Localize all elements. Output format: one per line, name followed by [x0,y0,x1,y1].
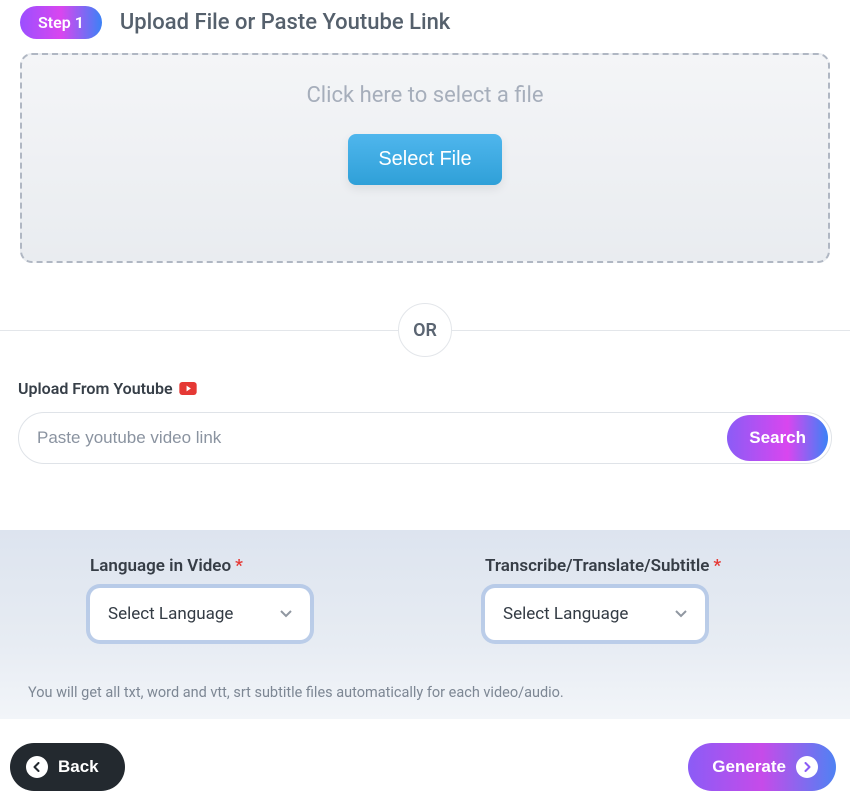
dropzone-text: Click here to select a file [306,83,543,108]
file-dropzone[interactable]: Click here to select a file Select File [20,53,830,263]
youtube-section: Upload From Youtube Search [0,379,850,464]
youtube-input-wrap: Search [18,412,832,464]
transcribe-label: Transcribe/Translate/Subtitle * [485,556,760,576]
language-row: Language in Video * Select Language Tran… [90,556,760,640]
or-divider: OR [0,303,850,357]
youtube-search-button[interactable]: Search [727,415,828,461]
transcribe-value: Select Language [503,604,628,624]
youtube-label-text: Upload From Youtube [18,379,173,398]
language-in-video-value: Select Language [108,604,233,624]
lang-in-video-text: Language in Video [90,556,231,576]
or-label: OR [398,303,452,357]
generate-button[interactable]: Generate [688,743,836,791]
transcribe-col: Transcribe/Translate/Subtitle * Select L… [485,556,760,640]
language-panel: Language in Video * Select Language Tran… [0,530,850,719]
step-title: Upload File or Paste Youtube Link [120,10,450,35]
back-label: Back [58,757,99,777]
select-file-button[interactable]: Select File [348,134,501,185]
youtube-icon [179,382,197,395]
footer: Back Generate [0,719,850,799]
back-button[interactable]: Back [10,743,125,791]
arrow-left-icon [26,756,48,778]
required-asterisk: * [713,556,721,576]
youtube-link-input[interactable] [19,428,724,448]
youtube-label: Upload From Youtube [18,379,832,398]
step-header: Step 1 Upload File or Paste Youtube Link [0,0,850,53]
required-asterisk: * [235,556,243,576]
language-in-video-label: Language in Video * [90,556,365,576]
chevron-down-icon [675,610,687,618]
step-badge: Step 1 [20,6,102,39]
language-in-video-select[interactable]: Select Language [90,588,310,640]
transcribe-select[interactable]: Select Language [485,588,705,640]
chevron-down-icon [280,610,292,618]
language-in-video-col: Language in Video * Select Language [90,556,365,640]
output-note: You will get all txt, word and vtt, srt … [28,684,760,701]
generate-label: Generate [712,757,786,777]
arrow-right-icon [796,756,818,778]
transcribe-text: Transcribe/Translate/Subtitle [485,556,709,576]
